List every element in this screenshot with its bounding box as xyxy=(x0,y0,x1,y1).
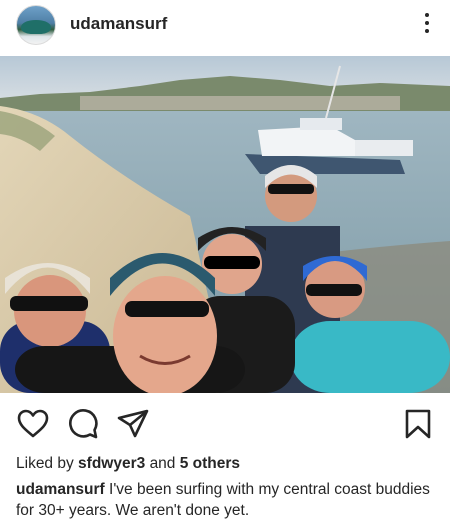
post-caption: udamansurf I've been surfing with my cen… xyxy=(16,479,441,521)
likes-prefix: Liked by xyxy=(16,455,74,472)
selfie-photo xyxy=(0,56,450,393)
post-photo[interactable] xyxy=(0,56,450,393)
bookmark-icon[interactable] xyxy=(402,408,436,440)
wave-icon xyxy=(21,20,51,34)
post-header: udamansurf xyxy=(0,0,450,52)
heart-icon[interactable] xyxy=(16,408,50,440)
share-icon[interactable] xyxy=(116,408,150,440)
likes-and: and xyxy=(149,455,176,472)
likes-summary: Liked by sfdwyer3 and 5 others xyxy=(16,455,240,473)
post-username[interactable]: udamansurf xyxy=(70,14,167,34)
more-options-icon[interactable] xyxy=(422,11,432,35)
caption-username[interactable]: udamansurf xyxy=(16,481,105,498)
liker-username[interactable]: sfdwyer3 xyxy=(78,455,145,472)
comment-icon[interactable] xyxy=(66,408,100,440)
post-actions xyxy=(0,402,450,446)
likes-others[interactable]: 5 others xyxy=(180,455,240,472)
profile-avatar[interactable] xyxy=(16,5,56,45)
